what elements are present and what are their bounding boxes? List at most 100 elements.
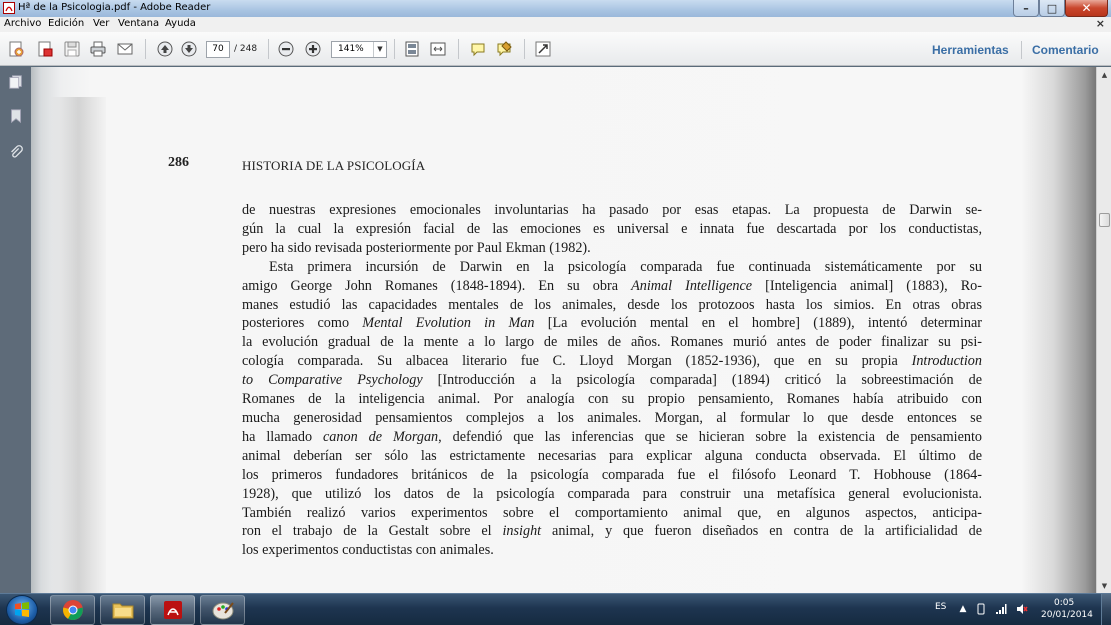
- toolbar-separator: [458, 39, 459, 59]
- toolbar-separator: [524, 39, 525, 59]
- fit-page-icon: [405, 41, 419, 57]
- plus-circle-icon: [305, 41, 321, 57]
- text-span: ha llamado: [242, 428, 323, 445]
- clock-date[interactable]: 20/01/2014: [1041, 610, 1093, 620]
- maximize-icon: □: [1046, 1, 1058, 15]
- menu-ayuda[interactable]: Ayuda: [165, 18, 196, 29]
- zoom-out-button[interactable]: [276, 39, 296, 59]
- signal-bars: [996, 604, 1007, 614]
- text-line: los primeros fundadores británicos de la…: [242, 466, 982, 483]
- device-icon[interactable]: [975, 603, 987, 615]
- save-icon: [64, 41, 80, 57]
- menu-ver[interactable]: Ver: [93, 18, 109, 29]
- text-span: posteriores como: [242, 315, 363, 332]
- book-title: to Comparative Psychology: [242, 372, 423, 389]
- tools-pane-link[interactable]: Herramientas: [932, 43, 1009, 57]
- scroll-down-icon[interactable]: ▼: [1097, 578, 1111, 593]
- create-pdf-icon: [9, 41, 24, 57]
- save-button[interactable]: [62, 39, 82, 59]
- text-span: [La evolución mental en el hombre] (1889…: [534, 315, 982, 332]
- text-line: gún la cual la expresión facial de las e…: [242, 220, 982, 237]
- full-screen-button[interactable]: [533, 39, 553, 59]
- text-line: posteriores como Mental Evolution in Man…: [242, 314, 982, 333]
- text-line: cología comparada. Su albacea literario …: [242, 352, 982, 371]
- text-span: [Inteligencia animal] (1883), Ro-: [752, 277, 982, 294]
- arrow-down-circle-icon: [181, 41, 197, 57]
- comment-note-button[interactable]: [468, 39, 488, 59]
- taskbar-explorer[interactable]: [100, 595, 145, 625]
- text-line: ron el trabajo de la Gestalt sobre el in…: [242, 522, 982, 541]
- edit-pdf-button[interactable]: [35, 39, 55, 59]
- chevron-down-icon[interactable]: ▼: [373, 42, 386, 57]
- start-button[interactable]: [6, 595, 38, 625]
- scrollbar-thumb[interactable]: [1099, 213, 1110, 227]
- previous-page-button[interactable]: [155, 39, 175, 59]
- book-title: Mental Evolution in Man: [362, 315, 535, 332]
- close-window-button[interactable]: ✕: [1065, 0, 1108, 17]
- email-button[interactable]: [115, 39, 135, 59]
- text-span: animal, y que fueron diseñados en contra…: [541, 523, 982, 540]
- minimize-button[interactable]: –: [1013, 0, 1039, 17]
- next-page-button[interactable]: [179, 39, 199, 59]
- text-line: de nuestras expresiones emocionales invo…: [242, 202, 982, 218]
- attachments-button[interactable]: [7, 143, 25, 161]
- pages-icon: [9, 75, 22, 89]
- comment-pane-link[interactable]: Comentario: [1032, 43, 1099, 57]
- windows-logo-icon: [15, 602, 29, 617]
- envelope-icon: [117, 43, 133, 55]
- maximize-button[interactable]: □: [1039, 0, 1065, 17]
- text-line: los experimentos conductistas con animal…: [242, 542, 494, 559]
- menu-bar: Archivo Edición Ver Ventana Ayuda ×: [0, 17, 1111, 32]
- toolbar-separator: [145, 39, 146, 59]
- show-hidden-icons-icon[interactable]: ▲: [957, 603, 969, 615]
- folder-icon: [112, 603, 133, 619]
- toolbar-separator: [1021, 41, 1022, 59]
- text-line: amigo George John Romanes (1848-1894). E…: [242, 277, 982, 296]
- zoom-value: 141%: [338, 44, 364, 54]
- text-line: 1928), que utilizó los datos de la psico…: [242, 485, 982, 502]
- term: insight: [502, 523, 542, 540]
- show-desktop-button[interactable]: [1101, 594, 1111, 625]
- highlight-button[interactable]: [494, 39, 514, 59]
- fit-page-button[interactable]: [402, 39, 422, 59]
- volume-muted-icon[interactable]: [1016, 603, 1028, 615]
- text-line: mucha generosidad pensamientos complejos…: [242, 409, 982, 426]
- menu-ventana[interactable]: Ventana: [118, 18, 159, 29]
- create-pdf-button[interactable]: [6, 39, 26, 59]
- network-signal-icon[interactable]: [995, 603, 1007, 615]
- print-button[interactable]: [88, 39, 108, 59]
- text-line: Esta primera incursión de Darwin en la p…: [269, 258, 982, 275]
- zoom-in-button[interactable]: [303, 39, 323, 59]
- text-line: manes estudió las capacidades mentales d…: [242, 296, 982, 313]
- text-span: cología comparada. Su albacea literario …: [242, 353, 912, 370]
- text-line: También realizó varios experimentos sobr…: [242, 504, 982, 521]
- taskbar-chrome[interactable]: [50, 595, 95, 625]
- scroll-up-icon[interactable]: ▲: [1097, 67, 1111, 82]
- bookmarks-button[interactable]: [7, 107, 25, 125]
- toolbar-separator: [394, 39, 395, 59]
- page-number-input[interactable]: 70: [206, 41, 230, 58]
- fit-width-button[interactable]: [428, 39, 448, 59]
- page-thumbnails-button[interactable]: [7, 73, 25, 91]
- text-line: pero ha sido revisada posteriormente por…: [242, 239, 591, 256]
- text-span: , defendió que las inferencias que se hi…: [438, 428, 982, 445]
- zoom-select[interactable]: 141% ▼: [331, 41, 387, 58]
- menu-archivo[interactable]: Archivo: [4, 18, 41, 29]
- language-indicator[interactable]: ES: [935, 602, 946, 612]
- chrome-icon: [62, 600, 83, 620]
- text-span: amigo George John Romanes (1848-1894). E…: [242, 277, 632, 294]
- taskbar-paint[interactable]: [200, 595, 245, 625]
- close-document-icon[interactable]: ×: [1096, 17, 1105, 30]
- speaker-shape: [1017, 604, 1028, 614]
- text-span: ron el trabajo de la Gestalt sobre el: [242, 523, 503, 540]
- document-view[interactable]: 286 HISTORIA DE LA PSICOLOGÍA de nuestra…: [31, 67, 1096, 593]
- vertical-scrollbar[interactable]: ▲ ▼: [1096, 67, 1111, 593]
- taskbar-adobe-reader[interactable]: [150, 595, 195, 625]
- running-head: HISTORIA DE LA PSICOLOGÍA: [242, 158, 426, 173]
- clock-time[interactable]: 0:05: [1054, 598, 1074, 608]
- menu-edicion[interactable]: Edición: [48, 18, 84, 29]
- navigation-panel: [0, 67, 31, 593]
- fit-width-icon: [430, 42, 446, 56]
- title-bar: Hª de la Psicologia.pdf - Adobe Reader –…: [0, 0, 1111, 17]
- highlighter-icon: [497, 41, 512, 57]
